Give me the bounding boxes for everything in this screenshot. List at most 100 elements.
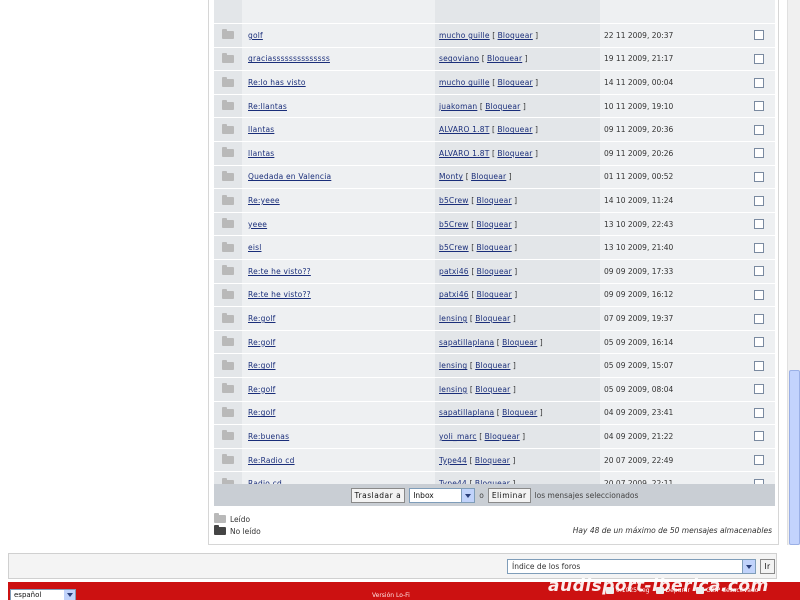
page-scrollbar[interactable] [787,0,800,545]
message-select-checkbox[interactable] [754,219,764,230]
message-select-checkbox[interactable] [754,360,764,371]
message-select-checkbox[interactable] [754,455,764,466]
block-user-link[interactable]: Bloquear [498,78,533,87]
version-link[interactable]: Versión Lo-Fi [372,592,410,599]
selected-messages-label: los mensajes seleccionados [534,490,639,500]
message-subject-link[interactable]: graciassssssssssssss [248,54,330,63]
block-user-link[interactable]: Bloquear [475,456,510,465]
block-user-link[interactable]: Bloquear [485,102,520,111]
message-select-checkbox[interactable] [754,242,764,253]
message-sender-link[interactable]: sapatillaplana [439,408,494,417]
block-user-link[interactable]: Bloquear [475,361,510,370]
language-select[interactable]: español [10,589,76,600]
message-subject-link[interactable]: Re:te he visto?? [248,290,311,299]
scrollbar-thumb[interactable] [789,370,800,545]
message-sender-link[interactable]: juakoman [439,102,477,111]
message-subject-link[interactable]: yeee [248,220,267,229]
message-subject-link[interactable]: golf [248,31,263,40]
message-date: 14 11 2009, 00:04 [604,78,674,88]
message-select-checkbox[interactable] [754,289,764,300]
message-sender-link[interactable]: segoviano [439,54,479,63]
block-user-link[interactable]: Bloquear [485,432,520,441]
message-sender-link[interactable]: b5Crew [439,243,469,252]
message-sender-link[interactable]: mucho guille [439,31,490,40]
message-sender-link[interactable]: lensing [439,314,467,323]
message-select-checkbox[interactable] [754,431,764,442]
block-user-link[interactable]: Bloquear [477,220,512,229]
message-subject-link[interactable]: llantas [248,125,274,134]
go-button[interactable]: Ir [760,559,775,574]
forum-jump-select[interactable]: Índice de los foros [507,559,756,574]
bug-icon [655,587,664,594]
message-subject-link[interactable]: Re:yeee [248,196,280,205]
folder-read-icon [222,383,234,394]
message-subject-link[interactable]: Re:llantas [248,102,287,111]
folder-unread-icon [214,525,226,535]
message-subject-link[interactable]: Re:te he visto?? [248,267,311,276]
message-select-checkbox[interactable] [754,30,764,41]
block-user-link[interactable]: Bloquear [477,196,512,205]
message-sender-link[interactable]: Type44 [439,456,467,465]
message-select-checkbox[interactable] [754,266,764,277]
message-subject-link[interactable]: Re:buenas [248,432,289,441]
folder-read-icon [222,430,234,441]
message-select-checkbox[interactable] [754,313,764,324]
message-subject-link[interactable]: Re:Radio cd [248,456,295,465]
message-subject-link[interactable]: Re:golf [248,361,276,370]
block-user-link[interactable]: Bloquear [502,338,537,347]
block-user-link[interactable]: Bloquear [477,290,512,299]
chevron-down-icon [742,560,755,573]
folder-read-icon [222,147,234,158]
message-select-checkbox[interactable] [754,101,764,112]
message-sender-link[interactable]: Monty [439,172,463,181]
block-user-link[interactable]: Bloquear [477,267,512,276]
message-sender-link[interactable]: patxi46 [439,290,469,299]
message-subject-link[interactable]: Re:golf [248,385,276,394]
message-select-checkbox[interactable] [754,53,764,64]
message-sender-link[interactable]: ALVARO 1.8T [439,149,489,158]
debug-link[interactable]: Depurar [655,587,690,594]
message-select-checkbox[interactable] [754,384,764,395]
message-date: 05 09 2009, 08:04 [604,384,674,394]
message-subject-link[interactable]: Re:lo has visto [248,78,306,87]
message-sender-link[interactable]: patxi46 [439,267,469,276]
message-select-checkbox[interactable] [754,195,764,206]
block-user-link[interactable]: Bloquear [497,125,532,134]
message-sender-link[interactable]: b5Crew [439,196,469,205]
message-subject-link[interactable]: llantas [248,149,274,158]
block-user-link[interactable]: Bloquear [487,54,522,63]
message-select-checkbox[interactable] [754,148,764,159]
message-action-bar: Trasladar a Inbox o Eliminar los mensaje… [214,484,775,506]
message-select-checkbox[interactable] [754,337,764,348]
block-user-link[interactable]: Bloquear [498,31,533,40]
folder-read-icon [222,359,234,370]
message-select-checkbox[interactable] [754,124,764,135]
message-subject-link[interactable]: Re:golf [248,314,276,323]
block-user-link[interactable]: Bloquear [477,243,512,252]
move-button[interactable]: Trasladar a [350,487,406,503]
message-subject-link[interactable]: Re:golf [248,408,276,417]
message-sender-link[interactable]: b5Crew [439,220,469,229]
message-select-checkbox[interactable] [754,407,764,418]
block-user-link[interactable]: Bloquear [475,385,510,394]
message-sender-link[interactable]: ALVARO 1.8T [439,125,489,134]
block-user-link[interactable]: Bloquear [497,149,532,158]
clock-icon [606,587,614,594]
gzip-icon [696,587,705,594]
message-select-checkbox[interactable] [754,171,764,182]
message-sender-link[interactable]: sapatillaplana [439,338,494,347]
message-subject-link[interactable]: Quedada en Valencia [248,172,331,181]
message-sender-link[interactable]: yoli_marc [439,432,477,441]
message-subject-link[interactable]: Re:golf [248,338,276,347]
message-sender-link[interactable]: mucho guille [439,78,490,87]
block-user-link[interactable]: Bloquear [502,408,537,417]
message-sender-link[interactable]: lensing [439,385,467,394]
block-user-link[interactable]: Bloquear [471,172,506,181]
message-select-checkbox[interactable] [754,77,764,88]
delete-button[interactable]: Eliminar [487,487,531,503]
message-subject-link[interactable]: eisl [248,243,262,252]
message-sender-link[interactable]: lensing [439,361,467,370]
block-user-link[interactable]: Bloquear [475,314,510,323]
folder-select[interactable]: Inbox [409,487,476,503]
table-row: Re:Radio cd Type44 [ Bloquear ] 20 07 2009… [214,448,775,473]
